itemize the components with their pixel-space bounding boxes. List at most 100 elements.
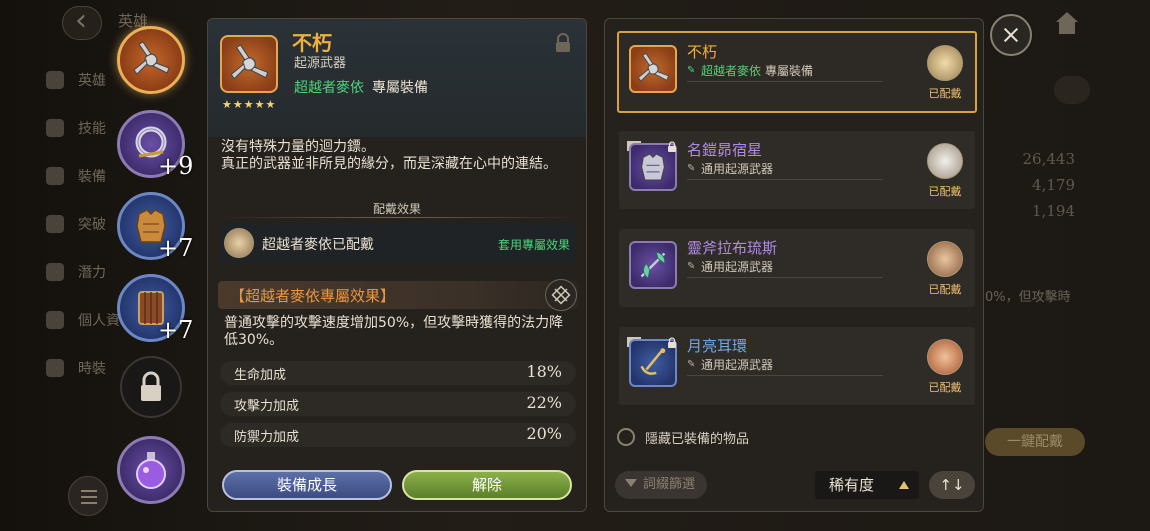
pen-icon: ✎ bbox=[687, 64, 696, 76]
stat-row: 防禦力加成 20% bbox=[220, 423, 576, 447]
effect-info-icon[interactable] bbox=[545, 279, 577, 311]
item-name: 靈斧拉布琉斯 bbox=[687, 239, 778, 257]
armor-icon bbox=[640, 153, 666, 181]
star-icon: ★ bbox=[243, 98, 254, 111]
list-item[interactable]: 不朽 ✎ 超越者麥依 專屬裝備 已配戴 bbox=[617, 31, 977, 113]
shield-enhance-level: +7 bbox=[158, 316, 194, 344]
item-sub: ✎ 超越者麥依 專屬裝備 bbox=[687, 62, 813, 79]
sort-dropdown[interactable]: 稀有度 bbox=[815, 471, 919, 499]
divider bbox=[687, 179, 883, 180]
star-icon: ★ bbox=[232, 98, 243, 111]
equipped-hero-row: 超越者麥依已配戴 套用專屬效果 bbox=[220, 223, 576, 263]
star-icon: ★ bbox=[254, 98, 265, 111]
equipment-list-panel: 不朽 ✎ 超越者麥依 專屬裝備 已配戴 名鎧昴宿星 ✎ 通用起源武器 已配戴 靈… bbox=[604, 18, 984, 512]
item-name: 不朽 bbox=[687, 43, 718, 61]
item-icon bbox=[629, 241, 677, 289]
filter-button[interactable]: 詞綴篩選 bbox=[615, 471, 707, 499]
divider bbox=[220, 217, 576, 218]
item-name: 月亮耳環 bbox=[687, 337, 748, 355]
list-item[interactable]: 名鎧昴宿星 ✎ 通用起源武器 已配戴 bbox=[619, 131, 975, 209]
item-type: 起源武器 bbox=[294, 56, 347, 71]
costume-icon bbox=[46, 359, 64, 377]
ring-enhance-level: +9 bbox=[158, 152, 194, 180]
armor-enhance-level: +7 bbox=[158, 234, 194, 262]
pen-icon: ✎ bbox=[687, 358, 696, 370]
search-icon[interactable] bbox=[1054, 76, 1090, 104]
nav-item-hero[interactable]: 英雄 bbox=[46, 70, 106, 90]
equipped-label: 已配戴 bbox=[928, 283, 962, 296]
lock-icon[interactable] bbox=[554, 33, 572, 53]
home-icon[interactable] bbox=[1050, 10, 1084, 38]
close-icon[interactable] bbox=[990, 14, 1032, 56]
star-icon: ★ bbox=[265, 98, 276, 111]
divider bbox=[687, 375, 883, 376]
avatar bbox=[927, 241, 963, 277]
equipped-text: 超越者麥依已配戴 bbox=[262, 237, 374, 253]
pen-icon: ✎ bbox=[687, 162, 696, 174]
nav-item-skill[interactable]: 技能 bbox=[46, 118, 106, 138]
exclusive-hero-name: 超越者麥依 bbox=[294, 80, 364, 96]
background-stat: 1,194 bbox=[1032, 202, 1075, 220]
background-text: 0%，但攻擊時 bbox=[985, 290, 1071, 305]
rarity-stars: ★ ★ ★ ★ ★ bbox=[222, 99, 275, 110]
nav-item-equip[interactable]: 裝備 bbox=[46, 166, 106, 186]
apply-exclusive-effect-link[interactable]: 套用專屬效果 bbox=[498, 236, 570, 253]
equipped-label: 已配戴 bbox=[928, 185, 962, 198]
lock-icon bbox=[141, 371, 161, 401]
stat-value: 22% bbox=[526, 393, 562, 412]
equipped-label: 已配戴 bbox=[928, 381, 962, 394]
equipment-growth-button[interactable]: 裝備成長 bbox=[222, 470, 392, 500]
weapon-slot[interactable] bbox=[117, 26, 185, 94]
item-tag: 通用起源武器 bbox=[701, 358, 774, 372]
exclusive-hero-name: 超越者麥依 bbox=[701, 64, 762, 78]
avatar bbox=[927, 339, 963, 375]
nav-item-breakthrough[interactable]: 突破 bbox=[46, 214, 106, 234]
boomerang-icon bbox=[230, 44, 269, 80]
sort-arrow-icon bbox=[899, 481, 909, 489]
item-tag: 通用起源武器 bbox=[701, 260, 774, 274]
item-icon bbox=[629, 45, 677, 93]
hero-icon bbox=[46, 71, 64, 89]
list-item[interactable]: 月亮耳環 ✎ 通用起源武器 已配戴 bbox=[619, 327, 975, 405]
item-detail-panel: ★ ★ ★ ★ ★ 不朽 起源武器 超越者麥依 專屬裝備 沒有特殊力量的迴力鏢。… bbox=[207, 18, 587, 512]
back-button[interactable] bbox=[62, 3, 102, 40]
avatar bbox=[927, 45, 963, 81]
stat-label: 攻擊力加成 bbox=[234, 399, 300, 414]
background-stat: 4,179 bbox=[1032, 176, 1075, 194]
item-sub: ✎ 通用起源武器 bbox=[687, 356, 773, 373]
exclusive-info: 超越者麥依 專屬裝備 bbox=[294, 77, 428, 97]
detail-item-icon bbox=[220, 35, 278, 93]
boomerang-icon bbox=[133, 41, 170, 75]
nav-item-potential[interactable]: 潛力 bbox=[46, 262, 106, 282]
breakthrough-icon bbox=[46, 215, 64, 233]
item-name: 名鎧昴宿星 bbox=[687, 141, 763, 159]
earring-icon bbox=[640, 348, 666, 375]
item-sub: ✎ 通用起源武器 bbox=[687, 160, 773, 177]
nav-item-costume[interactable]: 時裝 bbox=[46, 358, 106, 378]
stat-row: 生命加成 18% bbox=[220, 361, 576, 385]
avatar bbox=[927, 143, 963, 179]
list-icon[interactable] bbox=[68, 476, 108, 516]
lock-icon bbox=[668, 337, 676, 348]
equip-icon bbox=[46, 167, 64, 185]
sort-order-button[interactable]: ↑↓ bbox=[929, 471, 975, 499]
pen-icon: ✎ bbox=[687, 260, 696, 272]
stat-value: 20% bbox=[526, 424, 562, 443]
axe-icon bbox=[640, 251, 666, 279]
exclusive-effect-title: 【超越者麥依專屬效果】 bbox=[230, 287, 396, 305]
item-tag: 專屬裝備 bbox=[765, 64, 814, 78]
one-click-wear-button[interactable]: 一鍵配戴 bbox=[985, 428, 1085, 456]
divider bbox=[687, 277, 883, 278]
hide-equipped-checkbox[interactable] bbox=[617, 428, 635, 446]
stat-label: 生命加成 bbox=[234, 368, 287, 383]
filter-icon bbox=[625, 479, 637, 487]
skill-icon bbox=[46, 119, 64, 137]
exclusive-effect-description: 普通攻擊的攻擊速度增加50%，但攻擊時獲得的法力降低30%。 bbox=[224, 315, 564, 348]
potion-slot[interactable] bbox=[117, 436, 185, 504]
profile-icon bbox=[46, 311, 64, 329]
unequip-button[interactable]: 解除 bbox=[402, 470, 572, 500]
boomerang-icon bbox=[637, 52, 670, 82]
list-item[interactable]: 靈斧拉布琉斯 ✎ 通用起源武器 已配戴 bbox=[619, 229, 975, 307]
potential-icon bbox=[46, 263, 64, 281]
potion-icon bbox=[136, 452, 166, 489]
